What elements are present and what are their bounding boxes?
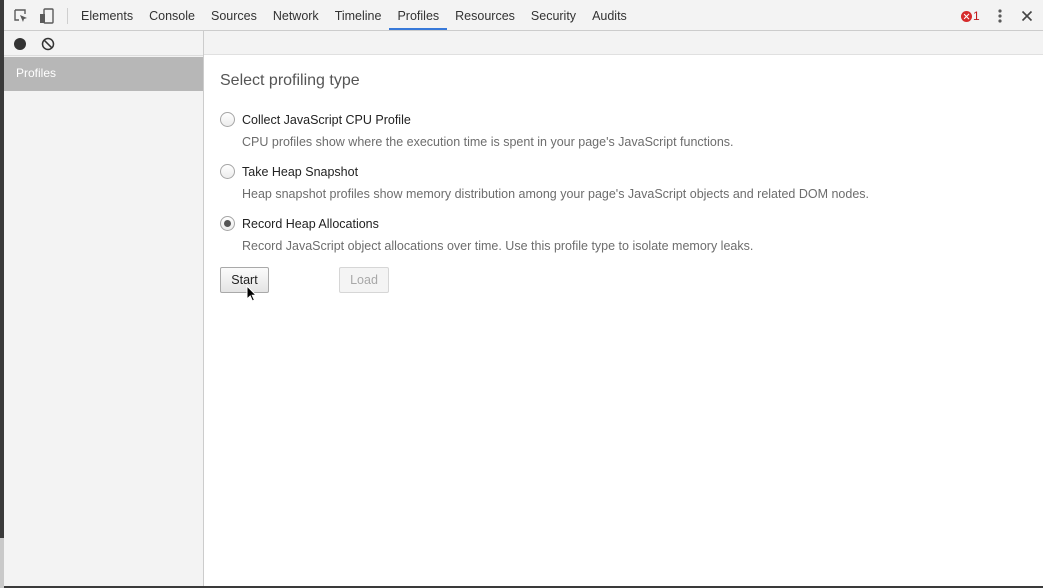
cpu-profile-radio[interactable] bbox=[220, 112, 235, 127]
sidebar-item-profiles[interactable]: Profiles bbox=[4, 57, 203, 91]
sidebar-toolbar bbox=[4, 31, 203, 56]
option-label[interactable]: Take Heap Snapshot bbox=[242, 165, 358, 179]
panel-title: Select profiling type bbox=[220, 72, 360, 89]
tab-timeline[interactable]: Timeline bbox=[327, 0, 390, 30]
mouse-cursor-icon bbox=[246, 284, 258, 303]
main-toolbar: Elements Console Sources Network Timelin… bbox=[4, 0, 1043, 31]
panel-tabs: Elements Console Sources Network Timelin… bbox=[73, 0, 635, 30]
heap-snapshot-radio[interactable] bbox=[220, 164, 235, 179]
option-description: Heap snapshot profiles show memory distr… bbox=[242, 187, 870, 201]
option-description: CPU profiles show where the execution ti… bbox=[242, 135, 734, 149]
toolbar-divider bbox=[67, 8, 68, 24]
error-count: 1 bbox=[973, 9, 980, 23]
start-button[interactable]: Start bbox=[220, 267, 269, 293]
tab-resources[interactable]: Resources bbox=[447, 0, 523, 30]
option-label[interactable]: Record Heap Allocations bbox=[242, 217, 379, 231]
error-icon bbox=[961, 10, 972, 22]
option-description: Record JavaScript object allocations ove… bbox=[242, 239, 754, 253]
more-menu-icon[interactable] bbox=[994, 8, 1006, 24]
devtools-window: Elements Console Sources Network Timelin… bbox=[4, 0, 1043, 586]
inspect-element-icon[interactable] bbox=[12, 7, 30, 25]
clear-icon[interactable] bbox=[41, 37, 55, 51]
record-icon[interactable] bbox=[14, 38, 26, 50]
option-label[interactable]: Collect JavaScript CPU Profile bbox=[242, 113, 411, 127]
heap-allocations-radio[interactable] bbox=[220, 216, 235, 231]
tab-sources[interactable]: Sources bbox=[203, 0, 265, 30]
tab-profiles[interactable]: Profiles bbox=[389, 0, 448, 30]
device-mode-icon[interactable] bbox=[38, 7, 56, 25]
tab-audits[interactable]: Audits bbox=[584, 0, 635, 30]
profile-launcher: Select profiling type Collect JavaScript… bbox=[204, 55, 1043, 586]
close-icon[interactable] bbox=[1019, 8, 1035, 24]
load-button[interactable]: Load bbox=[339, 267, 389, 293]
tab-security[interactable]: Security bbox=[523, 0, 584, 30]
error-counter[interactable]: 1 bbox=[961, 9, 980, 23]
profiles-sidebar: Profiles bbox=[4, 31, 204, 586]
panel-toolbar bbox=[204, 31, 1043, 55]
tab-elements[interactable]: Elements bbox=[73, 0, 141, 30]
tab-network[interactable]: Network bbox=[265, 0, 327, 30]
tab-console[interactable]: Console bbox=[141, 0, 203, 30]
